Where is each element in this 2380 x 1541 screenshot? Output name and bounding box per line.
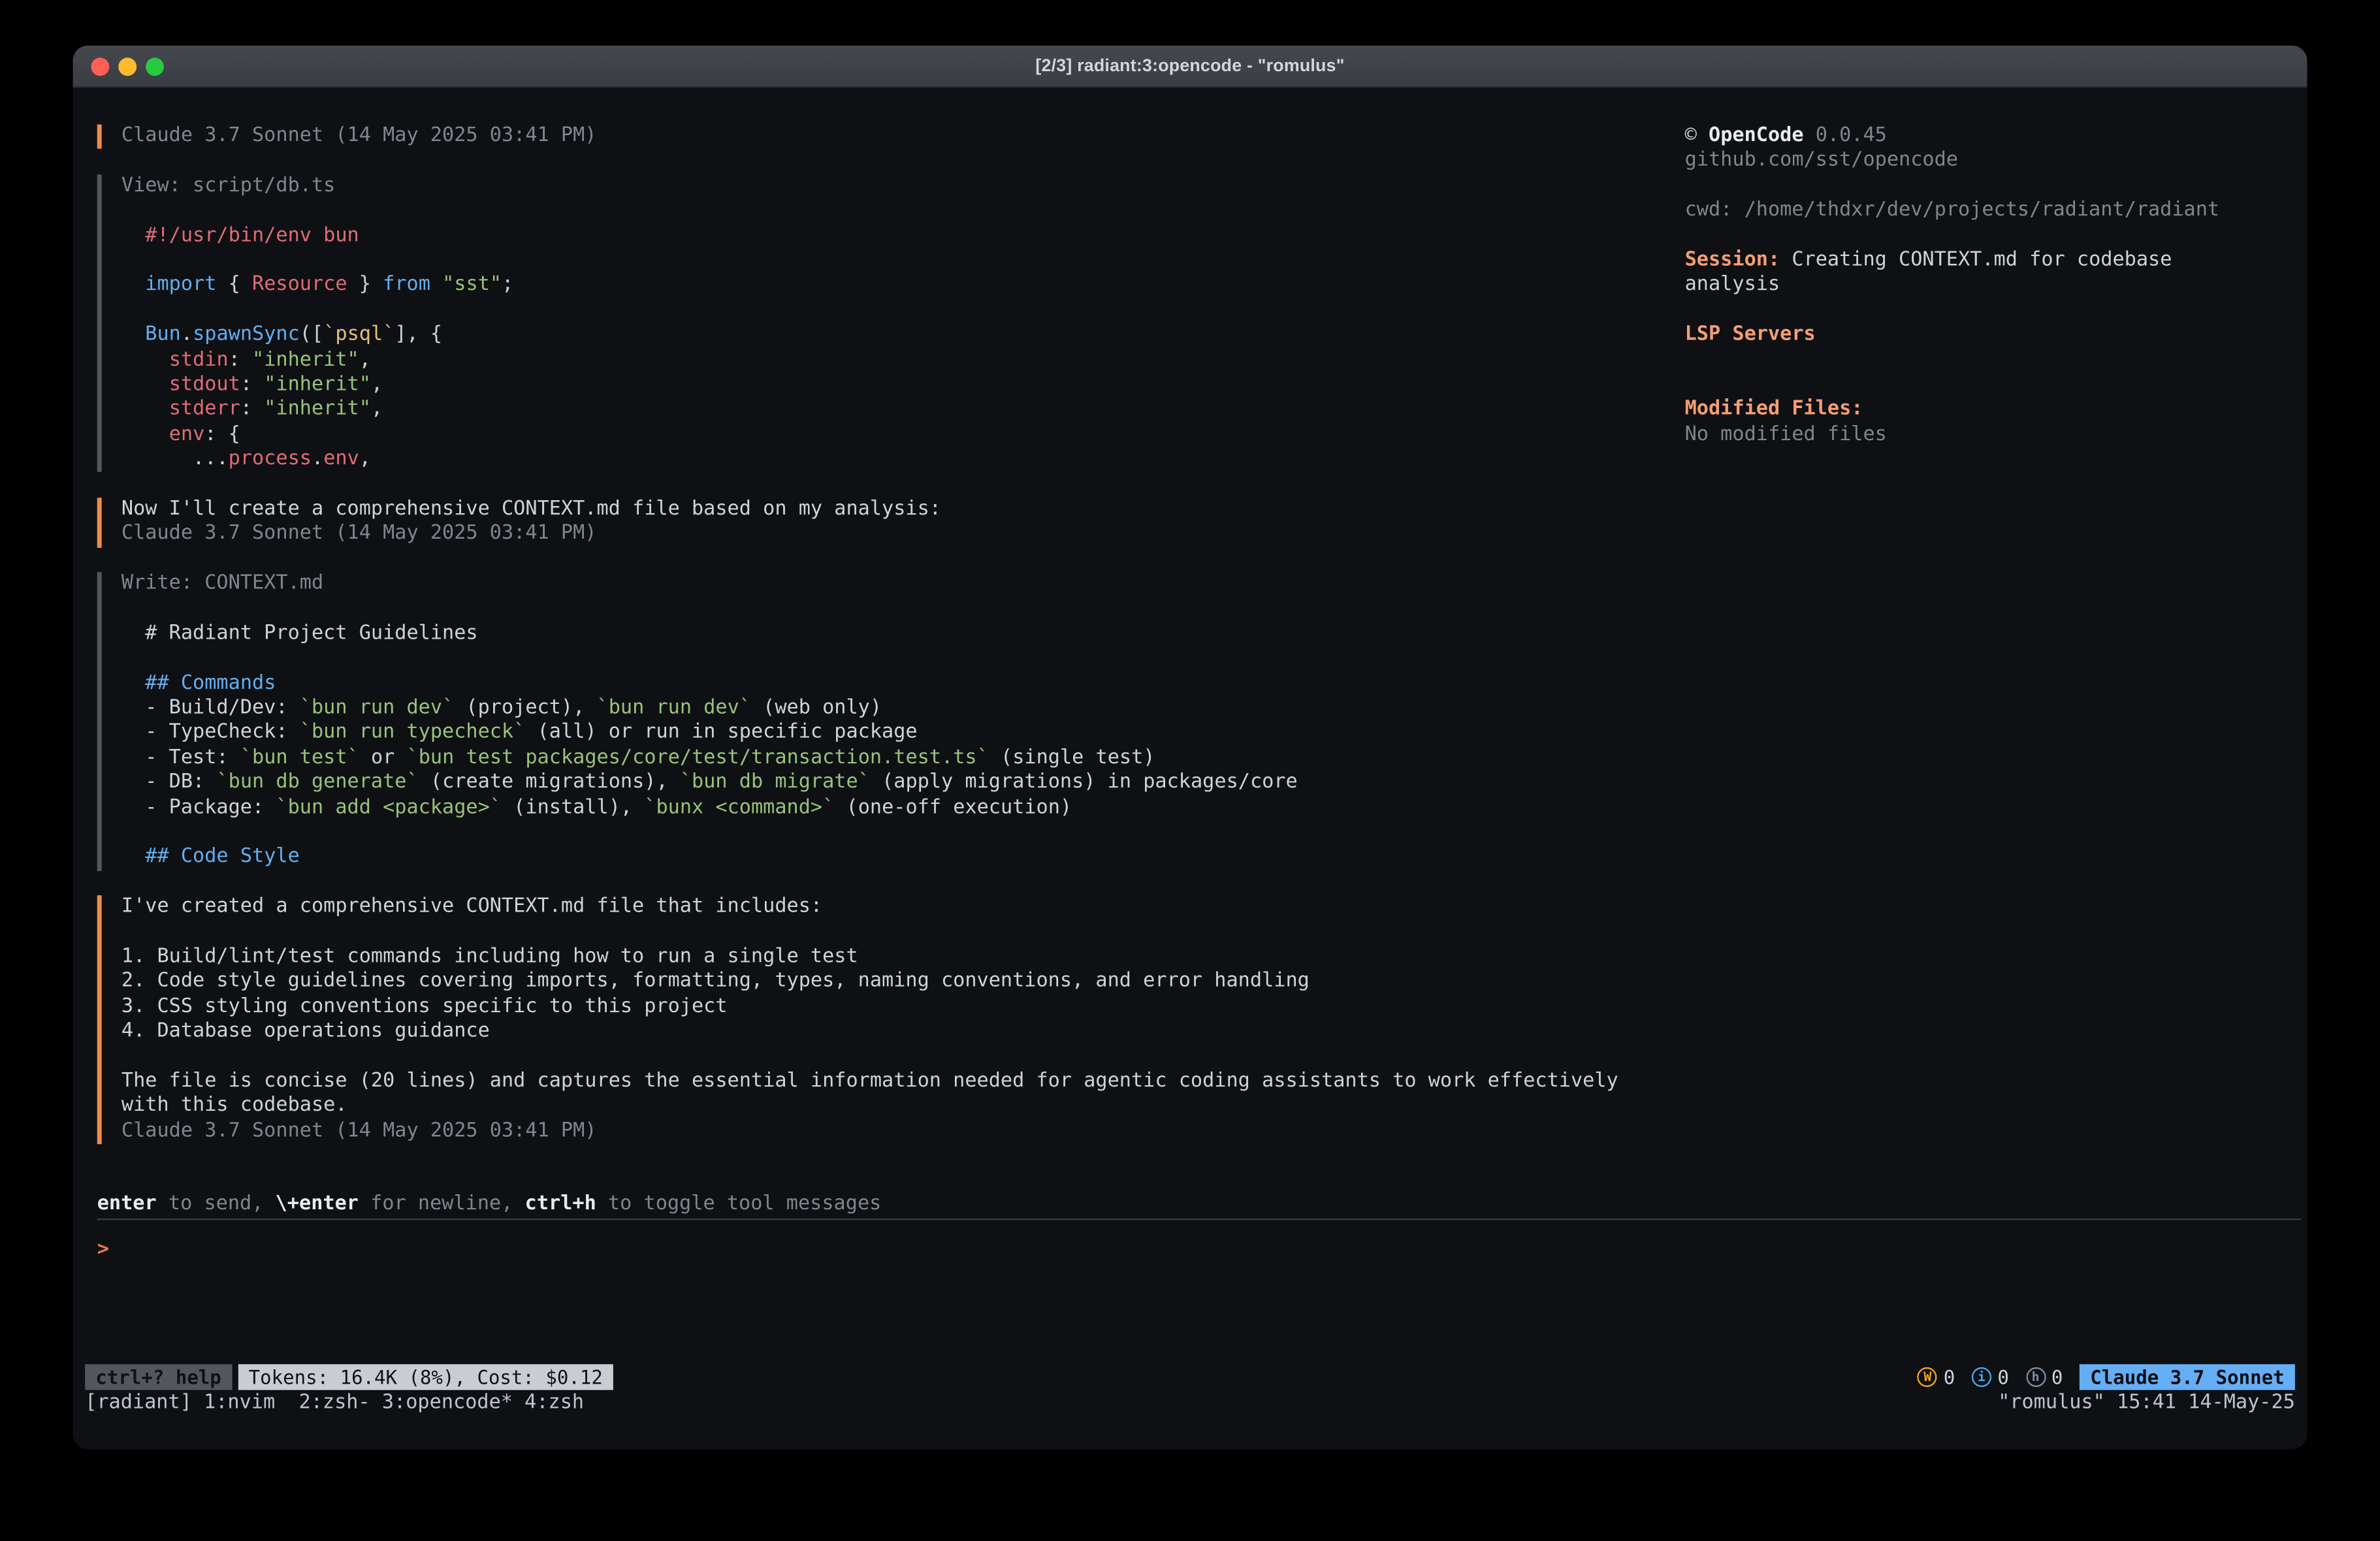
text-line (1685, 373, 2292, 398)
tmux-session-windows[interactable]: [radiant] 1:nvim 2:zsh- 3:opencode* 4:zs… (85, 1391, 584, 1416)
text-line: - TypeCheck: `bun run typecheck` (all) o… (121, 722, 1661, 746)
text-line: Claude 3.7 Sonnet (14 May 2025 03:41 PM) (121, 125, 1661, 150)
text-line: #!/usr/bin/env bun (121, 224, 1661, 249)
tool-write-block: Write: CONTEXT.md # Radiant Project Guid… (97, 572, 1661, 870)
help-badge[interactable]: ctrl+? help (85, 1364, 232, 1390)
text-line: - Package: `bun add <package>` (install)… (121, 796, 1661, 821)
text-line: © OpenCode 0.0.45 (1685, 125, 2292, 150)
text-line (121, 199, 1661, 224)
text-line: Bun.spawnSync([`psql`], { (121, 323, 1661, 348)
text-line (121, 249, 1661, 274)
text-line: ## Commands (121, 672, 1661, 697)
text-line (121, 920, 1661, 945)
tokens-cost-badge: Tokens: 16.4K (8%), Cost: $0.12 (238, 1364, 613, 1390)
text-line: with this codebase. (121, 1094, 1661, 1119)
text-line (1685, 174, 2292, 199)
terminal-window: [2/3] radiant:3:opencode - "romulus" Cla… (73, 46, 2308, 1450)
text-line (121, 1045, 1661, 1070)
text-line: LSP Servers (1685, 323, 2292, 348)
prompt-symbol: > (97, 1238, 109, 1261)
tmux-status-bar: [radiant] 1:nvim 2:zsh- 3:opencode* 4:zs… (85, 1391, 2295, 1416)
window-title: [2/3] radiant:3:opencode - "romulus" (1035, 57, 1344, 75)
text-line (121, 298, 1661, 323)
text-line: Modified Files: (1685, 398, 2292, 423)
hint-icon: h (2025, 1367, 2045, 1387)
text-line: stdout: "inherit", (121, 373, 1661, 398)
text-line: ...process.env, (121, 448, 1661, 473)
hint-count: 0 (2051, 1366, 2063, 1389)
input-help: enter to send, \+enter for newline, ctrl… (97, 1193, 882, 1218)
text-line: 4. Database operations guidance (121, 1020, 1661, 1045)
text-line: No modified files (1685, 423, 2292, 448)
text-line (121, 646, 1661, 671)
prompt-line[interactable]: > (97, 1238, 109, 1263)
text-line: github.com/sst/opencode (1685, 150, 2292, 174)
window-titlebar[interactable]: [2/3] radiant:3:opencode - "romulus" (73, 46, 2308, 88)
traffic-lights (91, 46, 164, 88)
text-line (1685, 224, 2292, 249)
chat-transcript: Claude 3.7 Sonnet (14 May 2025 03:41 PM)… (97, 125, 1661, 1169)
text-line (1685, 348, 2292, 373)
tmux-host-time: "romulus" 15:41 14-May-25 (1998, 1391, 2295, 1416)
hint-indicator: h 0 (2025, 1366, 2063, 1389)
text-line: View: script/db.ts (121, 174, 1661, 199)
text-line: enter to send, \+enter for newline, ctrl… (97, 1193, 882, 1218)
text-line (1685, 298, 2292, 323)
text-line: 3. CSS styling conventions specific to t… (121, 995, 1661, 1020)
text-line: Now I'll create a comprehensive CONTEXT.… (121, 498, 1661, 522)
sidebar-panel: © OpenCode 0.0.45github.com/sst/opencode… (1685, 125, 2292, 448)
text-line: # Radiant Project Guidelines (121, 622, 1661, 646)
info-indicator: i 0 (1972, 1366, 2009, 1389)
text-line: - DB: `bun db generate` (create migratio… (121, 771, 1661, 796)
text-line: - Build/Dev: `bun run dev` (project), `b… (121, 697, 1661, 722)
text-line: stdin: "inherit", (121, 348, 1661, 373)
assistant-message-block: Now I'll create a comprehensive CONTEXT.… (97, 498, 1661, 547)
text-line: import { Resource } from "sst"; (121, 274, 1661, 298)
text-line: env: { (121, 423, 1661, 448)
desktop: [2/3] radiant:3:opencode - "romulus" Cla… (0, 0, 2380, 1541)
assistant-timestamp-block: Claude 3.7 Sonnet (14 May 2025 03:41 PM) (97, 125, 1661, 150)
info-icon: i (1972, 1367, 1991, 1387)
terminal-content: Claude 3.7 Sonnet (14 May 2025 03:41 PM)… (73, 88, 2308, 1450)
text-line: analysis (1685, 274, 2292, 298)
info-count: 0 (1997, 1366, 2009, 1389)
text-line: The file is concise (20 lines) and captu… (121, 1070, 1661, 1094)
text-line: - Test: `bun test` or `bun test packages… (121, 746, 1661, 771)
text-line: Session: Creating CONTEXT.md for codebas… (1685, 249, 2292, 274)
warning-count: 0 (1944, 1366, 1955, 1389)
text-line (121, 597, 1661, 622)
text-line: Claude 3.7 Sonnet (14 May 2025 03:41 PM) (121, 522, 1661, 547)
text-line: I've created a comprehensive CONTEXT.md … (121, 895, 1661, 920)
warning-icon: W (1918, 1367, 1937, 1387)
model-badge[interactable]: Claude 3.7 Sonnet (2080, 1364, 2295, 1390)
tool-view-block: View: script/db.ts #!/usr/bin/env bun im… (97, 174, 1661, 473)
warnings-indicator: W 0 (1918, 1366, 1955, 1389)
text-line (121, 821, 1661, 846)
text-line: stderr: "inherit", (121, 398, 1661, 423)
close-button[interactable] (91, 57, 109, 76)
text-line: 2. Code style guidelines covering import… (121, 970, 1661, 995)
text-line: cwd: /home/thdxr/dev/projects/radiant/ra… (1685, 199, 2292, 224)
assistant-summary-block: I've created a comprehensive CONTEXT.md … (97, 895, 1661, 1144)
text-line: Claude 3.7 Sonnet (14 May 2025 03:41 PM) (121, 1119, 1661, 1144)
text-line: ## Code Style (121, 846, 1661, 870)
minimize-button[interactable] (118, 57, 137, 76)
text-line: Write: CONTEXT.md (121, 572, 1661, 597)
zoom-button[interactable] (146, 57, 164, 76)
status-bar: ctrl+? help Tokens: 16.4K (8%), Cost: $0… (85, 1364, 2295, 1390)
input-divider (97, 1218, 2301, 1220)
text-line: 1. Build/lint/test commands including ho… (121, 945, 1661, 970)
